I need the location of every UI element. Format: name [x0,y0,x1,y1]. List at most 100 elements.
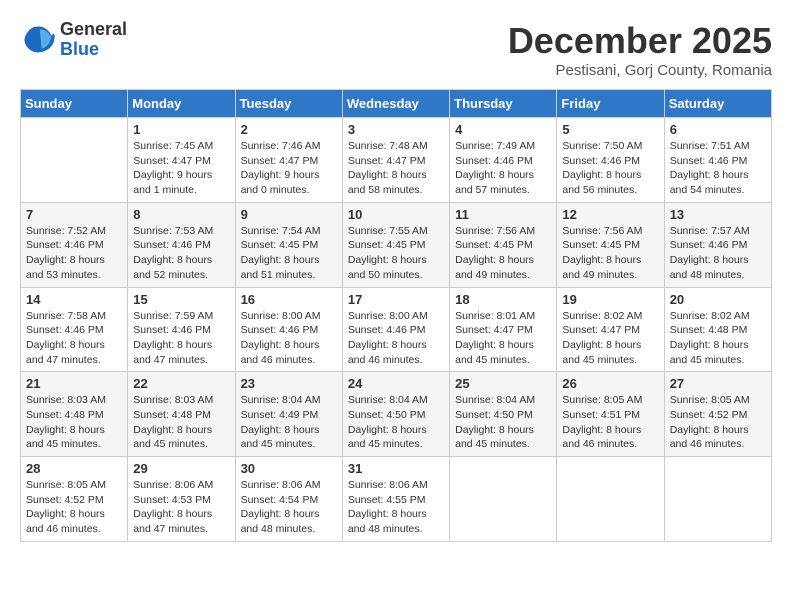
day-info: Sunrise: 7:46 AMSunset: 4:47 PMDaylight:… [241,139,337,198]
day-number: 29 [133,461,229,476]
day-info: Sunrise: 7:48 AMSunset: 4:47 PMDaylight:… [348,139,444,198]
day-cell: 14 Sunrise: 7:58 AMSunset: 4:46 PMDayligh… [21,287,128,372]
day-number: 7 [26,207,122,222]
day-info: Sunrise: 8:02 AMSunset: 4:47 PMDaylight:… [562,309,658,368]
day-info: Sunrise: 8:00 AMSunset: 4:46 PMDaylight:… [241,309,337,368]
day-cell: 17 Sunrise: 8:00 AMSunset: 4:46 PMDayligh… [342,287,449,372]
day-info: Sunrise: 7:56 AMSunset: 4:45 PMDaylight:… [562,224,658,283]
day-cell: 7 Sunrise: 7:52 AMSunset: 4:46 PMDaylight… [21,202,128,287]
day-info: Sunrise: 7:49 AMSunset: 4:46 PMDaylight:… [455,139,551,198]
day-cell: 31 Sunrise: 8:06 AMSunset: 4:55 PMDayligh… [342,457,449,542]
day-number: 23 [241,376,337,391]
day-info: Sunrise: 8:04 AMSunset: 4:50 PMDaylight:… [348,393,444,452]
day-number: 22 [133,376,229,391]
day-cell [664,457,771,542]
day-cell: 1 Sunrise: 7:45 AMSunset: 4:47 PMDaylight… [128,118,235,203]
day-number: 9 [241,207,337,222]
month-title: December 2025 [508,20,772,62]
day-info: Sunrise: 7:58 AMSunset: 4:46 PMDaylight:… [26,309,122,368]
day-cell: 2 Sunrise: 7:46 AMSunset: 4:47 PMDaylight… [235,118,342,203]
day-cell: 30 Sunrise: 8:06 AMSunset: 4:54 PMDayligh… [235,457,342,542]
title-block: December 2025 Pestisani, Gorj County, Ro… [508,20,772,79]
day-cell: 28 Sunrise: 8:05 AMSunset: 4:52 PMDayligh… [21,457,128,542]
day-info: Sunrise: 8:06 AMSunset: 4:55 PMDaylight:… [348,478,444,537]
day-number: 24 [348,376,444,391]
day-cell [557,457,664,542]
day-cell: 13 Sunrise: 7:57 AMSunset: 4:46 PMDayligh… [664,202,771,287]
day-number: 30 [241,461,337,476]
day-number: 25 [455,376,551,391]
day-number: 8 [133,207,229,222]
week-row-1: 1 Sunrise: 7:45 AMSunset: 4:47 PMDaylight… [21,118,772,203]
day-info: Sunrise: 8:01 AMSunset: 4:47 PMDaylight:… [455,309,551,368]
day-number: 17 [348,292,444,307]
day-number: 16 [241,292,337,307]
day-info: Sunrise: 8:06 AMSunset: 4:54 PMDaylight:… [241,478,337,537]
week-row-2: 7 Sunrise: 7:52 AMSunset: 4:46 PMDaylight… [21,202,772,287]
logo: General Blue [20,20,127,60]
day-cell: 23 Sunrise: 8:04 AMSunset: 4:49 PMDayligh… [235,372,342,457]
day-cell: 24 Sunrise: 8:04 AMSunset: 4:50 PMDayligh… [342,372,449,457]
day-info: Sunrise: 7:53 AMSunset: 4:46 PMDaylight:… [133,224,229,283]
day-info: Sunrise: 8:02 AMSunset: 4:48 PMDaylight:… [670,309,766,368]
day-info: Sunrise: 7:57 AMSunset: 4:46 PMDaylight:… [670,224,766,283]
day-cell: 29 Sunrise: 8:06 AMSunset: 4:53 PMDayligh… [128,457,235,542]
day-number: 6 [670,122,766,137]
day-number: 14 [26,292,122,307]
day-cell: 10 Sunrise: 7:55 AMSunset: 4:45 PMDayligh… [342,202,449,287]
day-info: Sunrise: 7:59 AMSunset: 4:46 PMDaylight:… [133,309,229,368]
day-info: Sunrise: 7:45 AMSunset: 4:47 PMDaylight:… [133,139,229,198]
day-cell: 19 Sunrise: 8:02 AMSunset: 4:47 PMDayligh… [557,287,664,372]
page-header: General Blue December 2025 Pestisani, Go… [20,20,772,79]
day-info: Sunrise: 8:03 AMSunset: 4:48 PMDaylight:… [133,393,229,452]
day-number: 10 [348,207,444,222]
day-cell [21,118,128,203]
day-cell: 11Sunrise: 7:56 AMSunset: 4:45 PMDayligh… [450,202,557,287]
day-cell: 26 Sunrise: 8:05 AMSunset: 4:51 PMDayligh… [557,372,664,457]
day-cell: 21 Sunrise: 8:03 AMSunset: 4:48 PMDayligh… [21,372,128,457]
day-cell: 8 Sunrise: 7:53 AMSunset: 4:46 PMDaylight… [128,202,235,287]
day-info: Sunrise: 8:03 AMSunset: 4:48 PMDaylight:… [26,393,122,452]
day-info: Sunrise: 8:05 AMSunset: 4:52 PMDaylight:… [26,478,122,537]
day-cell: 9Sunrise: 7:54 AMSunset: 4:45 PMDaylight… [235,202,342,287]
logo-icon [20,22,56,58]
weekday-header-sunday: Sunday [21,90,128,118]
weekday-header-tuesday: Tuesday [235,90,342,118]
day-info: Sunrise: 8:06 AMSunset: 4:53 PMDaylight:… [133,478,229,537]
day-cell: 27Sunrise: 8:05 AMSunset: 4:52 PMDayligh… [664,372,771,457]
day-info: Sunrise: 7:56 AMSunset: 4:45 PMDaylight:… [455,224,551,283]
day-number: 31 [348,461,444,476]
day-number: 12 [562,207,658,222]
weekday-header-friday: Friday [557,90,664,118]
day-cell: 15 Sunrise: 7:59 AMSunset: 4:46 PMDayligh… [128,287,235,372]
day-number: 19 [562,292,658,307]
weekday-header-saturday: Saturday [664,90,771,118]
day-info: Sunrise: 8:04 AMSunset: 4:49 PMDaylight:… [241,393,337,452]
day-number: 4 [455,122,551,137]
day-number: 21 [26,376,122,391]
location: Pestisani, Gorj County, Romania [508,62,772,79]
logo-text: General Blue [60,20,127,60]
day-info: Sunrise: 7:55 AMSunset: 4:45 PMDaylight:… [348,224,444,283]
calendar-table: SundayMondayTuesdayWednesdayThursdayFrid… [20,89,772,542]
day-number: 13 [670,207,766,222]
day-number: 26 [562,376,658,391]
day-info: Sunrise: 7:51 AMSunset: 4:46 PMDaylight:… [670,139,766,198]
day-number: 1 [133,122,229,137]
day-number: 2 [241,122,337,137]
day-cell [450,457,557,542]
day-info: Sunrise: 7:52 AMSunset: 4:46 PMDaylight:… [26,224,122,283]
day-info: Sunrise: 8:05 AMSunset: 4:51 PMDaylight:… [562,393,658,452]
day-number: 28 [26,461,122,476]
day-number: 3 [348,122,444,137]
day-cell: 4 Sunrise: 7:49 AMSunset: 4:46 PMDaylight… [450,118,557,203]
day-cell: 22 Sunrise: 8:03 AMSunset: 4:48 PMDayligh… [128,372,235,457]
day-info: Sunrise: 8:00 AMSunset: 4:46 PMDaylight:… [348,309,444,368]
weekday-header-wednesday: Wednesday [342,90,449,118]
week-row-4: 21 Sunrise: 8:03 AMSunset: 4:48 PMDayligh… [21,372,772,457]
day-info: Sunrise: 7:50 AMSunset: 4:46 PMDaylight:… [562,139,658,198]
weekday-header-thursday: Thursday [450,90,557,118]
day-cell: 6 Sunrise: 7:51 AMSunset: 4:46 PMDaylight… [664,118,771,203]
day-cell: 16 Sunrise: 8:00 AMSunset: 4:46 PMDayligh… [235,287,342,372]
day-number: 15 [133,292,229,307]
